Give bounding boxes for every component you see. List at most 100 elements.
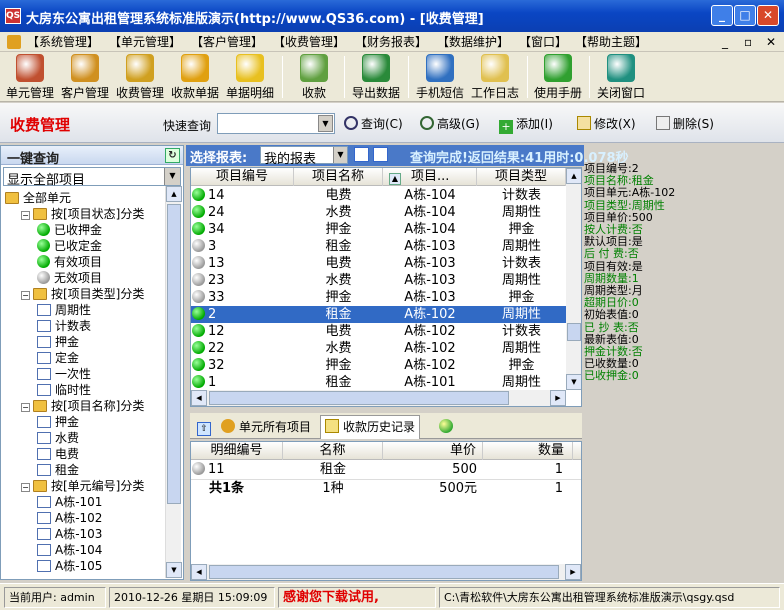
scroll-left-arrow-icon[interactable]: ◀ bbox=[191, 390, 207, 406]
toolbar-manual-button[interactable]: 使用手册 bbox=[532, 54, 584, 100]
toolbar-close-window-button[interactable]: 关闭窗口 bbox=[595, 54, 647, 100]
quick-search-input[interactable]: ▼ bbox=[217, 113, 335, 134]
edit-button[interactable]: 修改(X) bbox=[577, 115, 636, 132]
toolbar-collect-button[interactable]: 收款 bbox=[290, 54, 338, 100]
project-row[interactable]: 12 电费 A栋-102 计数表 bbox=[191, 323, 566, 340]
col-project-id[interactable]: 项目编号 bbox=[191, 168, 294, 186]
tree-node[interactable]: 计数表 bbox=[37, 318, 91, 334]
menu-window[interactable]: 【窗口】 bbox=[519, 34, 567, 50]
project-row[interactable]: 3 租金 A栋-103 周期性 bbox=[191, 238, 566, 255]
payment-row[interactable]: 11 租金 500 1 bbox=[191, 461, 581, 478]
tree-node[interactable]: 临时性 bbox=[37, 382, 91, 398]
project-row[interactable]: 32 押金 A栋-102 押金 bbox=[191, 357, 566, 374]
col-project-type[interactable]: 项目类型 bbox=[477, 168, 566, 186]
col-detail-qty[interactable]: 数量 bbox=[483, 442, 573, 460]
chevron-down-icon[interactable]: ▼ bbox=[333, 147, 347, 163]
menu-finance[interactable]: 【财务报表】 bbox=[355, 34, 427, 50]
tree-collapse-icon[interactable]: − bbox=[21, 483, 30, 492]
tree-collapse-icon[interactable]: − bbox=[21, 291, 30, 300]
toolbar-customer-button[interactable]: 客户管理 bbox=[59, 54, 111, 100]
menu-data[interactable]: 【数据维护】 bbox=[437, 34, 509, 50]
project-row[interactable]: 13 电费 A栋-103 计数表 bbox=[191, 255, 566, 272]
project-filter-select[interactable]: 显示全部项目 ▼ bbox=[3, 167, 181, 188]
project-row[interactable]: 1 租金 A栋-101 周期性 bbox=[191, 374, 566, 391]
project-row[interactable]: 34 押金 A栋-104 押金 bbox=[191, 221, 566, 238]
tab-unit-all-projects[interactable]: 单元所有项目 bbox=[216, 415, 316, 439]
mdi-close-button[interactable]: ✕ bbox=[766, 34, 776, 50]
menu-charge[interactable]: 【收费管理】 bbox=[273, 34, 345, 50]
col-project-name[interactable]: 项目名称 bbox=[294, 168, 383, 186]
tree-node[interactable]: 已收押金 bbox=[37, 222, 102, 238]
tree-node[interactable]: 已收定金 bbox=[37, 238, 102, 254]
scroll-left-arrow-icon[interactable]: ◀ bbox=[191, 564, 207, 580]
menu-system[interactable]: 【系统管理】 bbox=[27, 34, 99, 50]
tree-node[interactable]: 无效项目 bbox=[37, 270, 102, 286]
project-grid-vscroll[interactable]: ▲ ▼ bbox=[566, 168, 581, 390]
col-detail-id[interactable]: 明细编号 bbox=[191, 442, 283, 460]
menu-help[interactable]: 【帮助主题】 bbox=[575, 34, 647, 50]
menu-customer[interactable]: 【客户管理】 bbox=[191, 34, 263, 50]
scroll-thumb[interactable] bbox=[209, 391, 509, 405]
tree-node[interactable]: − 按[项目类型]分类 bbox=[21, 286, 144, 302]
tree-node[interactable]: 水费 bbox=[37, 430, 79, 446]
tree-node[interactable]: 租金 bbox=[37, 462, 79, 478]
project-row[interactable]: 33 押金 A栋-103 押金 bbox=[191, 289, 566, 306]
tree-node[interactable]: − 按[项目名称]分类 bbox=[21, 398, 144, 414]
payment-grid-hscroll[interactable]: ◀ ▶ bbox=[191, 564, 581, 580]
tree-node[interactable]: 全部单元 bbox=[5, 190, 71, 206]
tree-node[interactable]: A栋-101 bbox=[37, 494, 102, 510]
add-button[interactable]: + 添加(I) bbox=[499, 115, 553, 134]
undo-icon[interactable] bbox=[354, 147, 369, 162]
toolbar-log-button[interactable]: 工作日志 bbox=[469, 54, 521, 100]
chevron-down-icon[interactable]: ▼ bbox=[164, 168, 180, 185]
project-row[interactable]: 2 租金 A栋-102 周期性 bbox=[191, 306, 566, 323]
scroll-down-arrow-icon[interactable]: ▼ bbox=[166, 562, 182, 578]
project-row[interactable]: 22 水费 A栋-102 周期性 bbox=[191, 340, 566, 357]
tree-node[interactable]: 定金 bbox=[37, 350, 79, 366]
tree-collapse-icon[interactable]: − bbox=[21, 211, 30, 220]
menu-unit[interactable]: 【单元管理】 bbox=[109, 34, 181, 50]
tree-collapse-icon[interactable]: − bbox=[21, 403, 30, 412]
report-select[interactable]: 我的报表 ▼ bbox=[260, 146, 348, 167]
tree-node[interactable]: 一次性 bbox=[37, 366, 91, 382]
col-project-unit[interactable]: ▲ 项目... bbox=[383, 168, 477, 186]
tab-extra[interactable] bbox=[434, 415, 458, 439]
tree-node[interactable]: − 按[单元编号]分类 bbox=[21, 478, 144, 494]
refresh-icon[interactable]: ↻ bbox=[165, 148, 180, 163]
tree-node[interactable]: 周期性 bbox=[37, 302, 91, 318]
tree-node[interactable]: A栋-105 bbox=[37, 558, 102, 574]
tree-node[interactable]: A栋-103 bbox=[37, 526, 102, 542]
tree-node[interactable]: A栋-104 bbox=[37, 542, 102, 558]
scroll-thumb[interactable] bbox=[567, 323, 581, 341]
mdi-restore-button[interactable]: ▫ bbox=[744, 34, 752, 50]
tree-node[interactable]: − 按[项目状态]分类 bbox=[21, 206, 144, 222]
toolbar-sms-button[interactable]: 手机短信 bbox=[414, 54, 466, 100]
scroll-up-arrow-icon[interactable]: ▲ bbox=[166, 186, 182, 202]
close-button[interactable]: ✕ bbox=[757, 5, 779, 26]
tab-payment-history[interactable]: 收款历史记录 bbox=[320, 415, 421, 439]
save-disk-icon[interactable] bbox=[373, 147, 388, 162]
tab-home[interactable]: ⇧ bbox=[192, 415, 214, 439]
tree-node[interactable]: 电费 bbox=[37, 446, 79, 462]
toolbar-export-button[interactable]: 导出数据 bbox=[350, 54, 402, 100]
delete-button[interactable]: 删除(S) bbox=[656, 115, 714, 132]
tree-node[interactable]: A栋-102 bbox=[37, 510, 102, 526]
query-button[interactable]: 查询(C) bbox=[344, 115, 403, 132]
toolbar-unit-button[interactable]: 单元管理 bbox=[5, 54, 55, 100]
scroll-thumb[interactable] bbox=[209, 565, 559, 579]
project-row[interactable]: 14 电费 A栋-104 计数表 bbox=[191, 187, 566, 204]
toolbar-charge-button[interactable]: 收费管理 bbox=[114, 54, 166, 100]
project-grid-hscroll[interactable]: ◀ ▶ bbox=[191, 390, 566, 406]
project-row[interactable]: 23 水费 A栋-103 周期性 bbox=[191, 272, 566, 289]
maximize-button[interactable]: □ bbox=[734, 5, 756, 26]
minimize-button[interactable]: _ bbox=[711, 5, 733, 26]
tree-node[interactable]: 押金 bbox=[37, 414, 79, 430]
tree-node[interactable]: 有效项目 bbox=[37, 254, 102, 270]
scroll-right-arrow-icon[interactable]: ▶ bbox=[550, 390, 566, 406]
scroll-right-arrow-icon[interactable]: ▶ bbox=[565, 564, 581, 580]
scroll-down-arrow-icon[interactable]: ▼ bbox=[566, 374, 581, 390]
mdi-minimize-button[interactable]: _ bbox=[722, 34, 728, 50]
col-detail-price[interactable]: 单价 bbox=[383, 442, 483, 460]
advanced-button[interactable]: 高级(G) bbox=[420, 115, 480, 132]
col-detail-name[interactable]: 名称 bbox=[283, 442, 383, 460]
